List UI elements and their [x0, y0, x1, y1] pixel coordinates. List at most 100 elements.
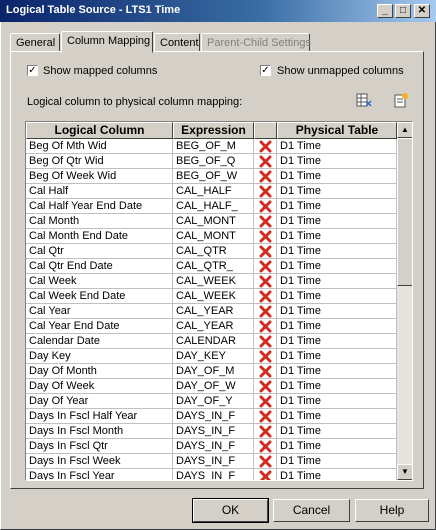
table-row[interactable]: Day Key DAY_KEY D1 Time	[26, 349, 398, 364]
table-row[interactable]: Days In Fscl Qtr DAYS_IN_F D1 Time	[26, 439, 398, 454]
expression-cell[interactable]: CAL_HALF	[173, 184, 254, 199]
delete-mapping-icon[interactable]	[259, 215, 272, 228]
delete-mapping-icon[interactable]	[259, 380, 272, 393]
expression-cell[interactable]: DAY_KEY	[173, 349, 254, 364]
ok-button[interactable]: OK	[192, 498, 269, 523]
logical-column-cell[interactable]: Cal Week	[26, 274, 173, 289]
delete-mapping-icon[interactable]	[259, 275, 272, 288]
expression-cell[interactable]: CAL_QTR_	[173, 259, 254, 274]
expression-cell[interactable]: DAYS_IN_F	[173, 469, 254, 480]
logical-column-cell[interactable]: Days In Fscl Month	[26, 424, 173, 439]
expression-cell[interactable]: CAL_WEEK	[173, 289, 254, 304]
physical-table-cell[interactable]: D1 Time	[277, 139, 397, 154]
logical-column-cell[interactable]: Beg Of Qtr Wid	[26, 154, 173, 169]
delete-mapping-icon[interactable]	[259, 335, 272, 348]
physical-table-cell[interactable]: D1 Time	[277, 409, 397, 424]
table-row[interactable]: Days In Fscl Week DAYS_IN_F D1 Time	[26, 454, 398, 469]
header-delete[interactable]	[254, 122, 277, 139]
logical-column-cell[interactable]: Day Of Week	[26, 379, 173, 394]
minimize-button[interactable]: _	[377, 4, 393, 18]
logical-column-cell[interactable]: Beg Of Week Wid	[26, 169, 173, 184]
table-row[interactable]: Calendar Date CALENDAR D1 Time	[26, 334, 398, 349]
table-row[interactable]: Cal Year End Date CAL_YEAR D1 Time	[26, 319, 398, 334]
physical-table-cell[interactable]: D1 Time	[277, 154, 397, 169]
expression-cell[interactable]: CAL_HALF_	[173, 199, 254, 214]
table-row[interactable]: Day Of Week DAY_OF_W D1 Time	[26, 379, 398, 394]
physical-table-cell[interactable]: D1 Time	[277, 379, 397, 394]
logical-column-cell[interactable]: Day Key	[26, 349, 173, 364]
expression-cell[interactable]: CAL_YEAR	[173, 319, 254, 334]
expression-cell[interactable]: DAY_OF_Y	[173, 394, 254, 409]
table-row[interactable]: Days In Fscl Half Year DAYS_IN_F D1 Time	[26, 409, 398, 424]
table-row[interactable]: Cal Week End Date CAL_WEEK D1 Time	[26, 289, 398, 304]
physical-table-cell[interactable]: D1 Time	[277, 184, 397, 199]
expression-cell[interactable]: CAL_MONT	[173, 214, 254, 229]
physical-table-cell[interactable]: D1 Time	[277, 229, 397, 244]
delete-mapping-icon[interactable]	[259, 455, 272, 468]
delete-mapping-icon[interactable]	[259, 410, 272, 423]
delete-mapping-icon[interactable]	[259, 170, 272, 183]
physical-table-cell[interactable]: D1 Time	[277, 244, 397, 259]
physical-table-cell[interactable]: D1 Time	[277, 289, 397, 304]
expression-cell[interactable]: DAY_OF_W	[173, 379, 254, 394]
logical-column-cell[interactable]: Cal Year End Date	[26, 319, 173, 334]
logical-column-cell[interactable]: Beg Of Mth Wid	[26, 139, 173, 154]
physical-table-cell[interactable]: D1 Time	[277, 439, 397, 454]
expression-cell[interactable]: CAL_YEAR	[173, 304, 254, 319]
expression-cell[interactable]: BEG_OF_W	[173, 169, 254, 184]
table-row[interactable]: Day Of Year DAY_OF_Y D1 Time	[26, 394, 398, 409]
scroll-down-arrow-icon[interactable]: ▼	[397, 464, 412, 480]
delete-mapping-icon[interactable]	[259, 470, 272, 481]
help-button[interactable]: Help	[355, 499, 429, 522]
delete-mapping-icon[interactable]	[259, 320, 272, 333]
logical-column-cell[interactable]: Cal Month	[26, 214, 173, 229]
logical-column-cell[interactable]: Cal Month End Date	[26, 229, 173, 244]
vertical-scrollbar[interactable]: ▲ ▼	[397, 122, 412, 480]
expression-cell[interactable]: CAL_WEEK	[173, 274, 254, 289]
delete-mapping-icon[interactable]	[259, 260, 272, 273]
physical-table-cell[interactable]: D1 Time	[277, 349, 397, 364]
expression-cell[interactable]: DAYS_IN_F	[173, 409, 254, 424]
expression-cell[interactable]: DAYS_IN_F	[173, 454, 254, 469]
show-unmapped-checkbox[interactable]: ✓	[260, 65, 271, 76]
header-logical-column[interactable]: Logical Column	[26, 122, 173, 139]
table-row[interactable]: Beg Of Qtr Wid BEG_OF_Q D1 Time	[26, 154, 398, 169]
logical-column-cell[interactable]: Days In Fscl Qtr	[26, 439, 173, 454]
table-row[interactable]: Cal Qtr CAL_QTR D1 Time	[26, 244, 398, 259]
physical-table-cell[interactable]: D1 Time	[277, 169, 397, 184]
expression-cell[interactable]: CAL_MONT	[173, 229, 254, 244]
logical-column-cell[interactable]: Days In Fscl Week	[26, 454, 173, 469]
logical-column-cell[interactable]: Cal Half Year End Date	[26, 199, 173, 214]
expression-cell[interactable]: DAYS_IN_F	[173, 439, 254, 454]
cancel-button[interactable]: Cancel	[273, 499, 350, 522]
logical-column-cell[interactable]: Cal Qtr End Date	[26, 259, 173, 274]
table-row[interactable]: Beg Of Week Wid BEG_OF_W D1 Time	[26, 169, 398, 184]
delete-mapping-icon[interactable]	[259, 305, 272, 318]
physical-table-cell[interactable]: D1 Time	[277, 394, 397, 409]
physical-table-cell[interactable]: D1 Time	[277, 304, 397, 319]
delete-mapping-icon[interactable]	[259, 395, 272, 408]
physical-table-cell[interactable]: D1 Time	[277, 199, 397, 214]
scroll-up-arrow-icon[interactable]: ▲	[397, 122, 412, 138]
delete-mapping-icon[interactable]	[259, 200, 272, 213]
physical-table-cell[interactable]: D1 Time	[277, 259, 397, 274]
table-row[interactable]: Cal Year CAL_YEAR D1 Time	[26, 304, 398, 319]
expression-cell[interactable]: DAY_OF_M	[173, 364, 254, 379]
physical-table-cell[interactable]: D1 Time	[277, 214, 397, 229]
table-row[interactable]: Cal Month CAL_MONT D1 Time	[26, 214, 398, 229]
logical-column-cell[interactable]: Cal Qtr	[26, 244, 173, 259]
logical-column-cell[interactable]: Cal Half	[26, 184, 173, 199]
delete-mapping-icon[interactable]	[259, 350, 272, 363]
delete-mapping-icon[interactable]	[259, 230, 272, 243]
expression-cell[interactable]: BEG_OF_M	[173, 139, 254, 154]
table-row[interactable]: Beg Of Mth Wid BEG_OF_M D1 Time	[26, 139, 398, 154]
close-button[interactable]: ✕	[414, 4, 430, 18]
delete-mapping-icon[interactable]	[259, 290, 272, 303]
header-expression[interactable]: Expression	[173, 122, 254, 139]
scroll-thumb[interactable]	[397, 138, 412, 286]
table-row[interactable]: Days In Fscl Month DAYS_IN_F D1 Time	[26, 424, 398, 439]
delete-mapping-icon[interactable]	[259, 140, 272, 153]
table-properties-icon[interactable]	[356, 92, 372, 108]
logical-column-cell[interactable]: Days In Fscl Half Year	[26, 409, 173, 424]
logical-column-cell[interactable]: Day Of Month	[26, 364, 173, 379]
